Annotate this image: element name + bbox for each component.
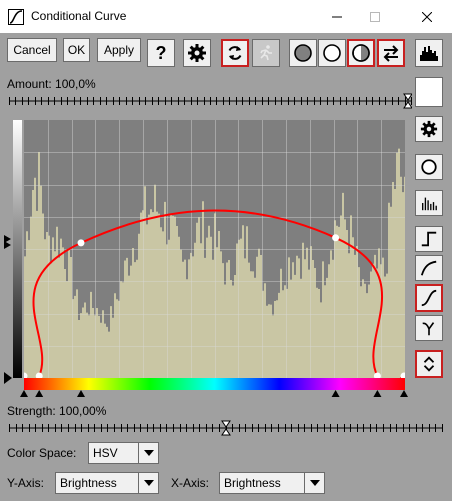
- maximize-button: [352, 0, 398, 33]
- chevron-down-icon: [304, 473, 324, 493]
- histogram-button[interactable]: [415, 39, 443, 67]
- swap-button[interactable]: [377, 39, 405, 67]
- curve-plot-area[interactable]: [24, 120, 405, 378]
- amount-label: Amount: 100,0%: [7, 77, 96, 91]
- gamma-button[interactable]: [415, 315, 443, 341]
- s-curve-button[interactable]: [415, 284, 443, 312]
- s-curve-icon: [421, 289, 437, 307]
- swap-arrows-icon: [383, 45, 399, 62]
- strength-slider[interactable]: [9, 419, 443, 441]
- chevron-down-icon: [138, 473, 158, 493]
- curve-point-marker[interactable]: [20, 390, 28, 397]
- circle-mode-button[interactable]: [415, 154, 443, 180]
- mode-light-button[interactable]: [318, 39, 346, 67]
- ok-button[interactable]: OK: [63, 38, 90, 62]
- curve-point-marker[interactable]: [77, 390, 85, 397]
- curve-control-point[interactable]: [332, 234, 340, 242]
- soft-curve-button[interactable]: [415, 255, 443, 281]
- histogram-icon: [420, 46, 438, 61]
- empty-circle-icon: [323, 44, 341, 62]
- chevron-down-icon: [138, 443, 158, 463]
- x-axis-label: X-Axis:: [171, 476, 210, 490]
- half-circle-icon: [352, 44, 370, 62]
- help-label: ?: [155, 42, 167, 63]
- curve-control-point[interactable]: [77, 239, 85, 247]
- curve-point-marker[interactable]: [400, 390, 408, 397]
- minimize-icon: [332, 16, 342, 17]
- settings-button[interactable]: [183, 39, 211, 67]
- close-icon: [422, 11, 432, 22]
- apply-button[interactable]: Apply: [97, 38, 141, 62]
- curve-point-marker[interactable]: [331, 390, 340, 397]
- y-axis-label: Y-Axis:: [7, 476, 44, 490]
- gamma-icon: [422, 322, 435, 336]
- color-space-value: HSV: [93, 446, 118, 460]
- control-point-markers[interactable]: [16, 388, 436, 400]
- color-space-select[interactable]: HSV: [88, 442, 159, 464]
- close-button[interactable]: [404, 0, 450, 33]
- help-button[interactable]: ?: [147, 39, 175, 67]
- histogram-bars-icon: [422, 197, 437, 211]
- auto-update-button[interactable]: [221, 39, 249, 67]
- x-axis-value: Brightness: [224, 476, 281, 490]
- step-curve-button[interactable]: [415, 226, 443, 252]
- color-preview-swatch: [415, 77, 443, 107]
- strength-slider-track: [9, 420, 443, 436]
- window-title: Conditional Curve: [31, 9, 127, 23]
- app-curve-icon: [8, 9, 24, 25]
- running-man-icon: [260, 45, 272, 61]
- curve-settings-button[interactable]: [415, 116, 443, 142]
- chevron-up-down-icon: [423, 356, 435, 372]
- histogram-toggle-button[interactable]: [415, 190, 443, 216]
- amount-slider-track: [9, 93, 412, 109]
- strength-label: Strength: 100,00%: [7, 404, 107, 418]
- title-bar: Conditional Curve: [0, 0, 452, 33]
- expand-collapse-button[interactable]: [415, 350, 443, 378]
- y-axis-value: Brightness: [60, 476, 117, 490]
- empty-circle-icon: [421, 159, 437, 175]
- log-curve-icon: [420, 260, 437, 276]
- curve-point-marker[interactable]: [373, 390, 382, 397]
- cancel-button[interactable]: Cancel: [7, 38, 57, 62]
- mode-both-button[interactable]: [347, 39, 375, 67]
- gear-icon: [420, 120, 438, 138]
- maximize-icon: [370, 11, 380, 22]
- color-space-label: Color Space:: [7, 446, 77, 460]
- curve-canvas[interactable]: [24, 120, 405, 378]
- x-axis-select[interactable]: Brightness: [219, 472, 325, 494]
- preview-running-button: [252, 39, 280, 67]
- amount-slider[interactable]: [9, 92, 412, 114]
- curve-point-marker[interactable]: [35, 390, 44, 397]
- mode-dark-button[interactable]: [289, 39, 317, 67]
- refresh-icon: [228, 46, 242, 60]
- step-curve-icon: [421, 231, 437, 247]
- filled-circle-icon: [294, 44, 312, 62]
- gear-icon: [188, 44, 206, 62]
- y-axis-select[interactable]: Brightness: [55, 472, 159, 494]
